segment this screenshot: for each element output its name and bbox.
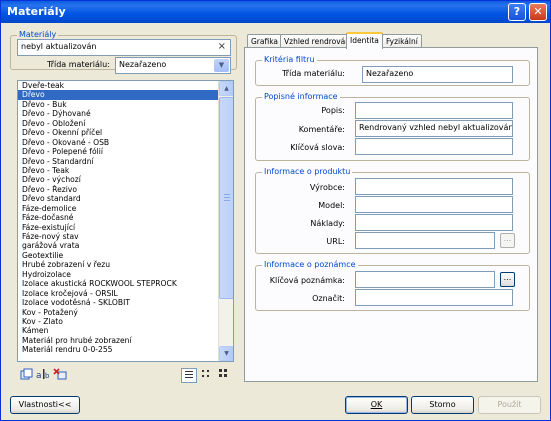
tab-grafika[interactable]: Grafika <box>247 34 283 48</box>
material-list-item[interactable]: Hrubé zobrazení v řezu <box>18 260 218 269</box>
small-icons-view-icon[interactable] <box>198 368 214 383</box>
material-list-items: Dveře-teak Dřevo Dřevo - Buk Dřevo - Dýhova… <box>18 81 218 355</box>
material-list-item[interactable]: Kov - Potažený <box>18 308 218 317</box>
material-class-select[interactable]: Nezařazeno ▼ <box>115 57 231 74</box>
material-list-item[interactable]: Dveře-teak <box>18 81 218 90</box>
material-list-item[interactable]: Kámen <box>18 326 218 335</box>
material-list-item[interactable]: garážová vrata <box>18 241 218 250</box>
material-list-item[interactable]: Fáze-dočasné <box>18 213 218 222</box>
identity-class-field[interactable]: Nezařazeno <box>362 66 513 83</box>
keynote-label: Klíčová poznámka: <box>269 276 345 285</box>
cancel-button[interactable]: Storno <box>411 396 474 414</box>
material-list[interactable]: Dveře-teak Dřevo Dřevo - Buk Dřevo - Dýhova… <box>17 80 234 362</box>
material-class-label: Třída materiálu: <box>47 60 110 69</box>
materials-dialog: Materiály ? ✕ Materiály nebyl aktualizov… <box>0 0 551 421</box>
chevron-down-icon[interactable]: ▼ <box>214 59 229 72</box>
material-list-item[interactable]: Dřevo - výchozí <box>18 175 218 184</box>
material-list-item[interactable]: Izolace kročejová - ORSIL <box>18 289 218 298</box>
tab-identita[interactable]: Identita <box>346 32 383 49</box>
filter-group-label: Kritéria filtru <box>262 55 317 64</box>
material-search-input[interactable]: nebyl aktualizován × <box>17 39 231 56</box>
material-list-item[interactable]: Izolace vodotěsná - SKLOBIT <box>18 298 218 307</box>
material-list-item[interactable]: Dřevo - Okenní příčel <box>18 128 218 137</box>
identity-panel: Kritéria filtru Třída materiálu: Nezařaz… <box>244 47 538 382</box>
material-list-item[interactable]: Izolace akustická ROCKWOOL STEPROCK <box>18 279 218 288</box>
keywords-label: Klíčová slova: <box>290 143 345 152</box>
apply-button[interactable]: Použít <box>478 396 541 414</box>
rename-material-icon[interactable]: ab <box>35 368 51 383</box>
description-field[interactable] <box>355 102 513 119</box>
material-list-item[interactable]: Hydroizolace <box>18 270 218 279</box>
keynote-browse-button[interactable]: ... <box>500 272 515 287</box>
svg-text:a: a <box>36 371 42 380</box>
identity-class-label: Třída materiálu: <box>282 69 345 78</box>
material-list-item[interactable]: Dřevo - Buk <box>18 100 218 109</box>
clear-search-icon[interactable]: × <box>218 41 226 52</box>
url-label: URL: <box>326 237 345 246</box>
ok-button-label: OK <box>370 400 383 409</box>
material-list-item[interactable]: Dřevo - Řezivo <box>18 185 218 194</box>
list-view-icon[interactable] <box>181 368 197 383</box>
description-label: Popis: <box>321 106 345 115</box>
large-icons-view-icon[interactable] <box>215 368 231 383</box>
mark-field[interactable] <box>355 289 513 306</box>
material-list-item[interactable]: Dřevo - Obložení <box>18 119 218 128</box>
material-list-item[interactable]: Dřevo - Dýhované <box>18 109 218 118</box>
scroll-down-icon[interactable]: ▼ <box>219 346 233 361</box>
description-group-label: Popisné informace <box>262 92 340 101</box>
model-label: Model: <box>318 201 345 210</box>
properties-toggle-button[interactable]: Vlastnosti<< <box>10 396 80 414</box>
material-list-item[interactable]: Materiál pro hrubé zobrazení <box>18 336 218 345</box>
tab-fyzikalni[interactable]: Fyzikální <box>382 34 422 48</box>
title-bar[interactable]: Materiály ? ✕ <box>1 1 550 23</box>
material-list-item[interactable]: Dřevo - Teak <box>18 166 218 175</box>
material-list-item[interactable]: Dřevo - Polepené fólií <box>18 147 218 156</box>
url-field[interactable] <box>355 232 495 249</box>
material-list-item[interactable]: Materiál rendru 0-0-255 <box>18 345 218 354</box>
keynote-field[interactable] <box>355 271 495 288</box>
ok-button[interactable]: OK <box>345 396 408 414</box>
product-group-label: Informace o produktu <box>262 167 353 176</box>
mark-label: Označit: <box>312 294 345 303</box>
material-list-item[interactable]: Dřevo - Okované - OSB <box>18 138 218 147</box>
cost-field[interactable] <box>355 214 513 231</box>
window-title: Materiály <box>7 5 66 18</box>
scroll-up-icon[interactable]: ▲ <box>219 81 233 96</box>
material-class-value: Nezařazeno <box>119 60 167 69</box>
scrollbar-thumb[interactable] <box>219 97 233 299</box>
material-list-item[interactable]: Kov - Zlato <box>18 317 218 326</box>
material-search-value: nebyl aktualizován <box>21 42 97 51</box>
keywords-field[interactable] <box>355 138 513 155</box>
material-list-item[interactable]: Dřevo - Standardní <box>18 157 218 166</box>
close-button[interactable]: ✕ <box>529 3 547 21</box>
svg-text:b: b <box>45 372 50 380</box>
model-field[interactable] <box>355 196 513 213</box>
material-list-item[interactable]: Fáze-demolice <box>18 204 218 213</box>
material-list-item[interactable]: Dřevo <box>18 90 218 100</box>
new-material-icon[interactable] <box>18 368 34 383</box>
notes-group-label: Informace o poznámce <box>262 260 358 269</box>
tab-vzhled-rendrovani[interactable]: Vzhled rendrování <box>280 34 357 48</box>
material-list-item[interactable]: Geotextilie <box>18 251 218 260</box>
cost-label: Náklady: <box>310 219 345 228</box>
help-button[interactable]: ? <box>508 3 526 21</box>
material-list-item[interactable]: Fáze-existující <box>18 223 218 232</box>
comments-field[interactable]: Rendrovaný vzhled nebyl aktualizován. <box>355 120 513 137</box>
url-browse-button[interactable]: ... <box>500 233 515 248</box>
manufacturer-field[interactable] <box>355 178 513 195</box>
delete-material-icon[interactable] <box>52 368 68 383</box>
comments-label: Komentáře: <box>298 125 345 134</box>
material-list-item[interactable]: Fáze-nový stav <box>18 232 218 241</box>
manufacturer-label: Výrobce: <box>309 183 345 192</box>
materials-group-label: Materiály <box>17 30 59 39</box>
material-list-scrollbar[interactable]: ▲ ▼ <box>218 81 233 361</box>
material-list-item[interactable]: Dřevo standard <box>18 194 218 203</box>
